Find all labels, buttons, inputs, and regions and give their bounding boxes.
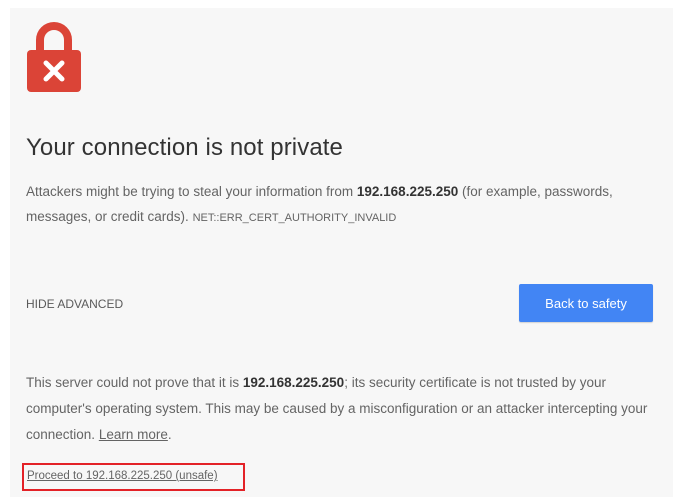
details-host: 192.168.225.250 [242,375,345,390]
page-title: Your connection is not private [26,134,343,161]
error-code: NET::ERR_CERT_AUTHORITY_INVALID [192,212,397,224]
learn-more-link[interactable]: Learn more [99,427,168,442]
lock-error-icon [27,22,81,92]
interstitial-page: Your connection is not private Attackers… [10,8,673,497]
proceed-unsafe-link[interactable]: Proceed to 192.168.225.250 (unsafe) [27,470,218,482]
details-prefix: This server could not prove that it is [26,375,243,390]
details-end: . [167,427,172,442]
back-to-safety-button[interactable]: Back to safety [519,284,653,322]
error-description: Attackers might be trying to steal your … [26,179,656,231]
description-prefix: Attackers might be trying to steal your … [26,184,357,199]
description-host: 192.168.225.250 [356,184,459,199]
hide-advanced-button[interactable]: HIDE ADVANCED [26,297,123,311]
advanced-details: This server could not prove that it is 1… [26,370,658,448]
